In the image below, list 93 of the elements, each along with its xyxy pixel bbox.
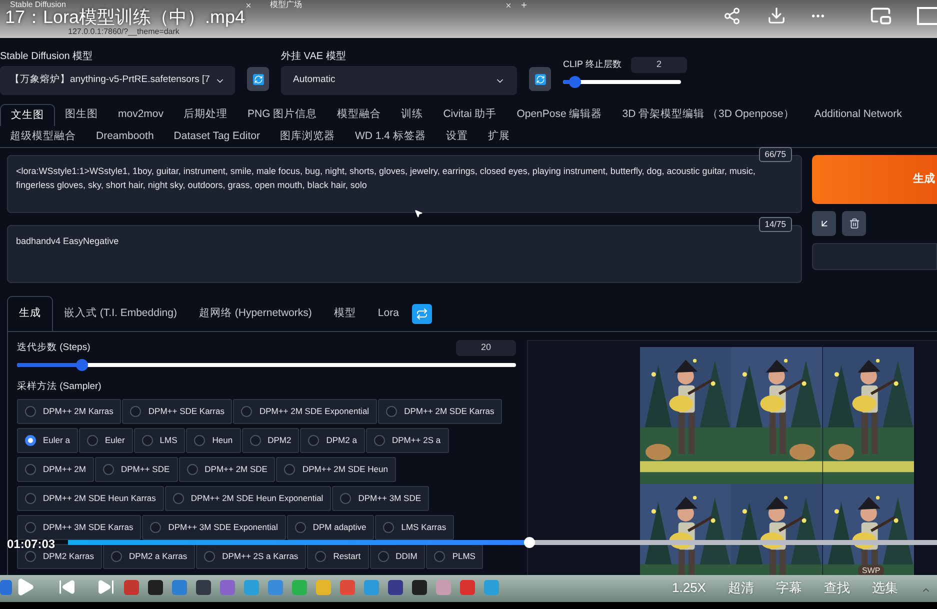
close-icon[interactable] bbox=[505, 2, 512, 8]
picture-in-picture-icon[interactable] bbox=[870, 5, 892, 27]
token-counter: 14/75 bbox=[758, 217, 792, 232]
previous-icon[interactable] bbox=[58, 578, 76, 596]
tab[interactable]: 图库浏览器 bbox=[270, 126, 345, 147]
sampler-radio[interactable]: DPM++ 2S a bbox=[366, 428, 449, 454]
app-icon[interactable] bbox=[388, 580, 403, 595]
tab[interactable]: Dreambooth bbox=[86, 126, 164, 147]
sampler-radio[interactable]: Heun bbox=[186, 428, 241, 454]
sampler-radio[interactable]: DPM2 a bbox=[300, 428, 365, 454]
vae-dropdown[interactable]: Automatic bbox=[281, 66, 517, 95]
number-field[interactable]: 2 bbox=[631, 57, 687, 73]
tab[interactable]: 模型融合 bbox=[327, 104, 392, 126]
model-dropdown[interactable]: 【万象熔炉】anything-v5-PrtRE.safetensors [7 bbox=[0, 66, 235, 95]
field-label: 外挂 VAE 模型 bbox=[281, 50, 347, 63]
browser-tab-title[interactable]: 模型广场 bbox=[270, 0, 302, 10]
paste-button[interactable] bbox=[812, 211, 836, 236]
tab[interactable]: Civitai 助手 bbox=[433, 104, 507, 126]
tab[interactable]: WD 1.4 标签器 bbox=[344, 126, 436, 147]
clear-button[interactable] bbox=[842, 211, 866, 236]
address-text: 127.0.0.1:7860/?__theme=dark bbox=[68, 27, 180, 37]
refresh-icon bbox=[252, 74, 264, 84]
arrow-icon bbox=[818, 218, 830, 229]
tab[interactable]: 超级模型融合 bbox=[0, 126, 86, 147]
browser-tab-title[interactable]: Stable Diffusion bbox=[10, 0, 66, 10]
tab[interactable]: 生成 bbox=[7, 296, 53, 331]
sampler-radio[interactable]: DPM++ 3M SDE bbox=[332, 486, 430, 512]
tab[interactable]: 3D 骨架模型编辑 （3D Openpose） bbox=[612, 104, 804, 126]
sampler-radio[interactable]: DPM adaptive bbox=[286, 515, 374, 540]
sampler-radio[interactable]: DPM++ 2M bbox=[17, 457, 94, 482]
sampler-radio[interactable]: Euler a bbox=[17, 428, 78, 454]
tab[interactable]: 后期处理 bbox=[174, 104, 238, 126]
tab[interactable]: 模型 bbox=[322, 296, 367, 331]
number-field[interactable]: 20 bbox=[456, 340, 516, 356]
tab[interactable]: PNG 图片信息 bbox=[238, 104, 328, 126]
tab[interactable]: 文生图 bbox=[0, 104, 55, 126]
field-label: 采样方法 (Sampler) bbox=[17, 380, 102, 394]
sampler-radio[interactable]: DPM++ SDE Karras bbox=[122, 399, 232, 424]
sampler-radio[interactable]: DDIM bbox=[370, 544, 426, 570]
sampler-radio[interactable]: LMS Karras bbox=[375, 515, 454, 540]
tab[interactable]: 超网络 (Hypernetworks) bbox=[188, 296, 323, 331]
sampler-radio[interactable]: DPM++ 2S a Karras bbox=[196, 544, 306, 570]
video-title: 17：Lora模型训练（中）.mp4 bbox=[5, 8, 246, 27]
tab[interactable]: OpenPose 编辑器 bbox=[506, 104, 612, 126]
field-label: Stable Diffusion 模型 bbox=[0, 50, 94, 63]
refresh-button[interactable] bbox=[247, 67, 269, 91]
sampler-radio[interactable]: DPM++ 2M SDE Heun Karras bbox=[17, 486, 164, 512]
app-icon[interactable] bbox=[148, 580, 163, 595]
trash-icon bbox=[848, 218, 860, 229]
sampler-radio[interactable]: DPM++ 2M SDE Exponential bbox=[233, 399, 378, 424]
tab[interactable]: mov2mov bbox=[108, 104, 174, 126]
slider[interactable] bbox=[563, 76, 681, 88]
sampler-radio[interactable]: Euler bbox=[78, 428, 133, 454]
refresh-button[interactable] bbox=[412, 304, 432, 324]
tab[interactable]: Additional Network bbox=[804, 104, 912, 126]
sampler-radio[interactable]: DPM++ 2M Karras bbox=[17, 399, 122, 424]
sampler-radio[interactable]: LMS bbox=[134, 428, 186, 454]
sampler-radio[interactable]: DPM++ SDE bbox=[95, 457, 178, 482]
refresh-icon bbox=[534, 74, 546, 84]
sampler-radio[interactable]: DPM++ 2M SDE Karras bbox=[378, 399, 502, 424]
fullscreen-icon[interactable] bbox=[917, 7, 937, 25]
sampler-radio[interactable]: DPM++ 2M SDE Heun Exponential bbox=[164, 486, 332, 512]
field-label: CLIP 终止层数 bbox=[563, 58, 622, 72]
app-icon[interactable] bbox=[412, 580, 427, 595]
token-counter: 66/75 bbox=[758, 147, 792, 162]
sampler-radio[interactable]: PLMS bbox=[426, 544, 484, 570]
sampler-radio[interactable]: DPM++ 3M SDE Exponential bbox=[142, 515, 286, 540]
field-label: 迭代步数 (Steps) bbox=[17, 340, 90, 355]
refresh-icon bbox=[416, 308, 428, 320]
tab[interactable]: 扩展 bbox=[478, 126, 520, 147]
tab[interactable]: 图生图 bbox=[55, 104, 108, 126]
sampler-radio[interactable]: DPM2 a Karras bbox=[103, 544, 196, 570]
sampler-radio[interactable]: DPM++ 2M SDE bbox=[178, 457, 276, 482]
slider[interactable] bbox=[17, 359, 516, 371]
next-icon[interactable] bbox=[97, 578, 115, 596]
sampler-radio[interactable]: DPM++ 3M SDE Karras bbox=[17, 515, 142, 540]
tab[interactable]: 训练 bbox=[391, 104, 434, 126]
app-icon[interactable] bbox=[196, 580, 211, 595]
tab[interactable]: Dataset Tag Editor bbox=[164, 126, 270, 147]
progress-track[interactable] bbox=[68, 540, 937, 545]
close-icon[interactable] bbox=[245, 2, 252, 8]
share-icon[interactable] bbox=[723, 7, 741, 25]
tab[interactable]: 嵌入式 (T.I. Embedding) bbox=[53, 296, 188, 331]
tab[interactable]: 设置 bbox=[436, 126, 478, 147]
sampler-radio[interactable]: DPM++ 2M SDE Heun bbox=[276, 457, 396, 482]
sampler-radio[interactable]: DPM2 bbox=[242, 428, 300, 454]
sampler-radio[interactable]: Restart bbox=[307, 544, 369, 570]
download-icon[interactable] bbox=[767, 6, 786, 25]
refresh-button[interactable] bbox=[529, 67, 551, 91]
cursor-icon bbox=[414, 209, 423, 218]
tab[interactable]: Lora bbox=[366, 296, 410, 331]
generate-button[interactable]: 生成 bbox=[812, 155, 937, 204]
new-tab-icon[interactable] bbox=[520, 1, 528, 9]
